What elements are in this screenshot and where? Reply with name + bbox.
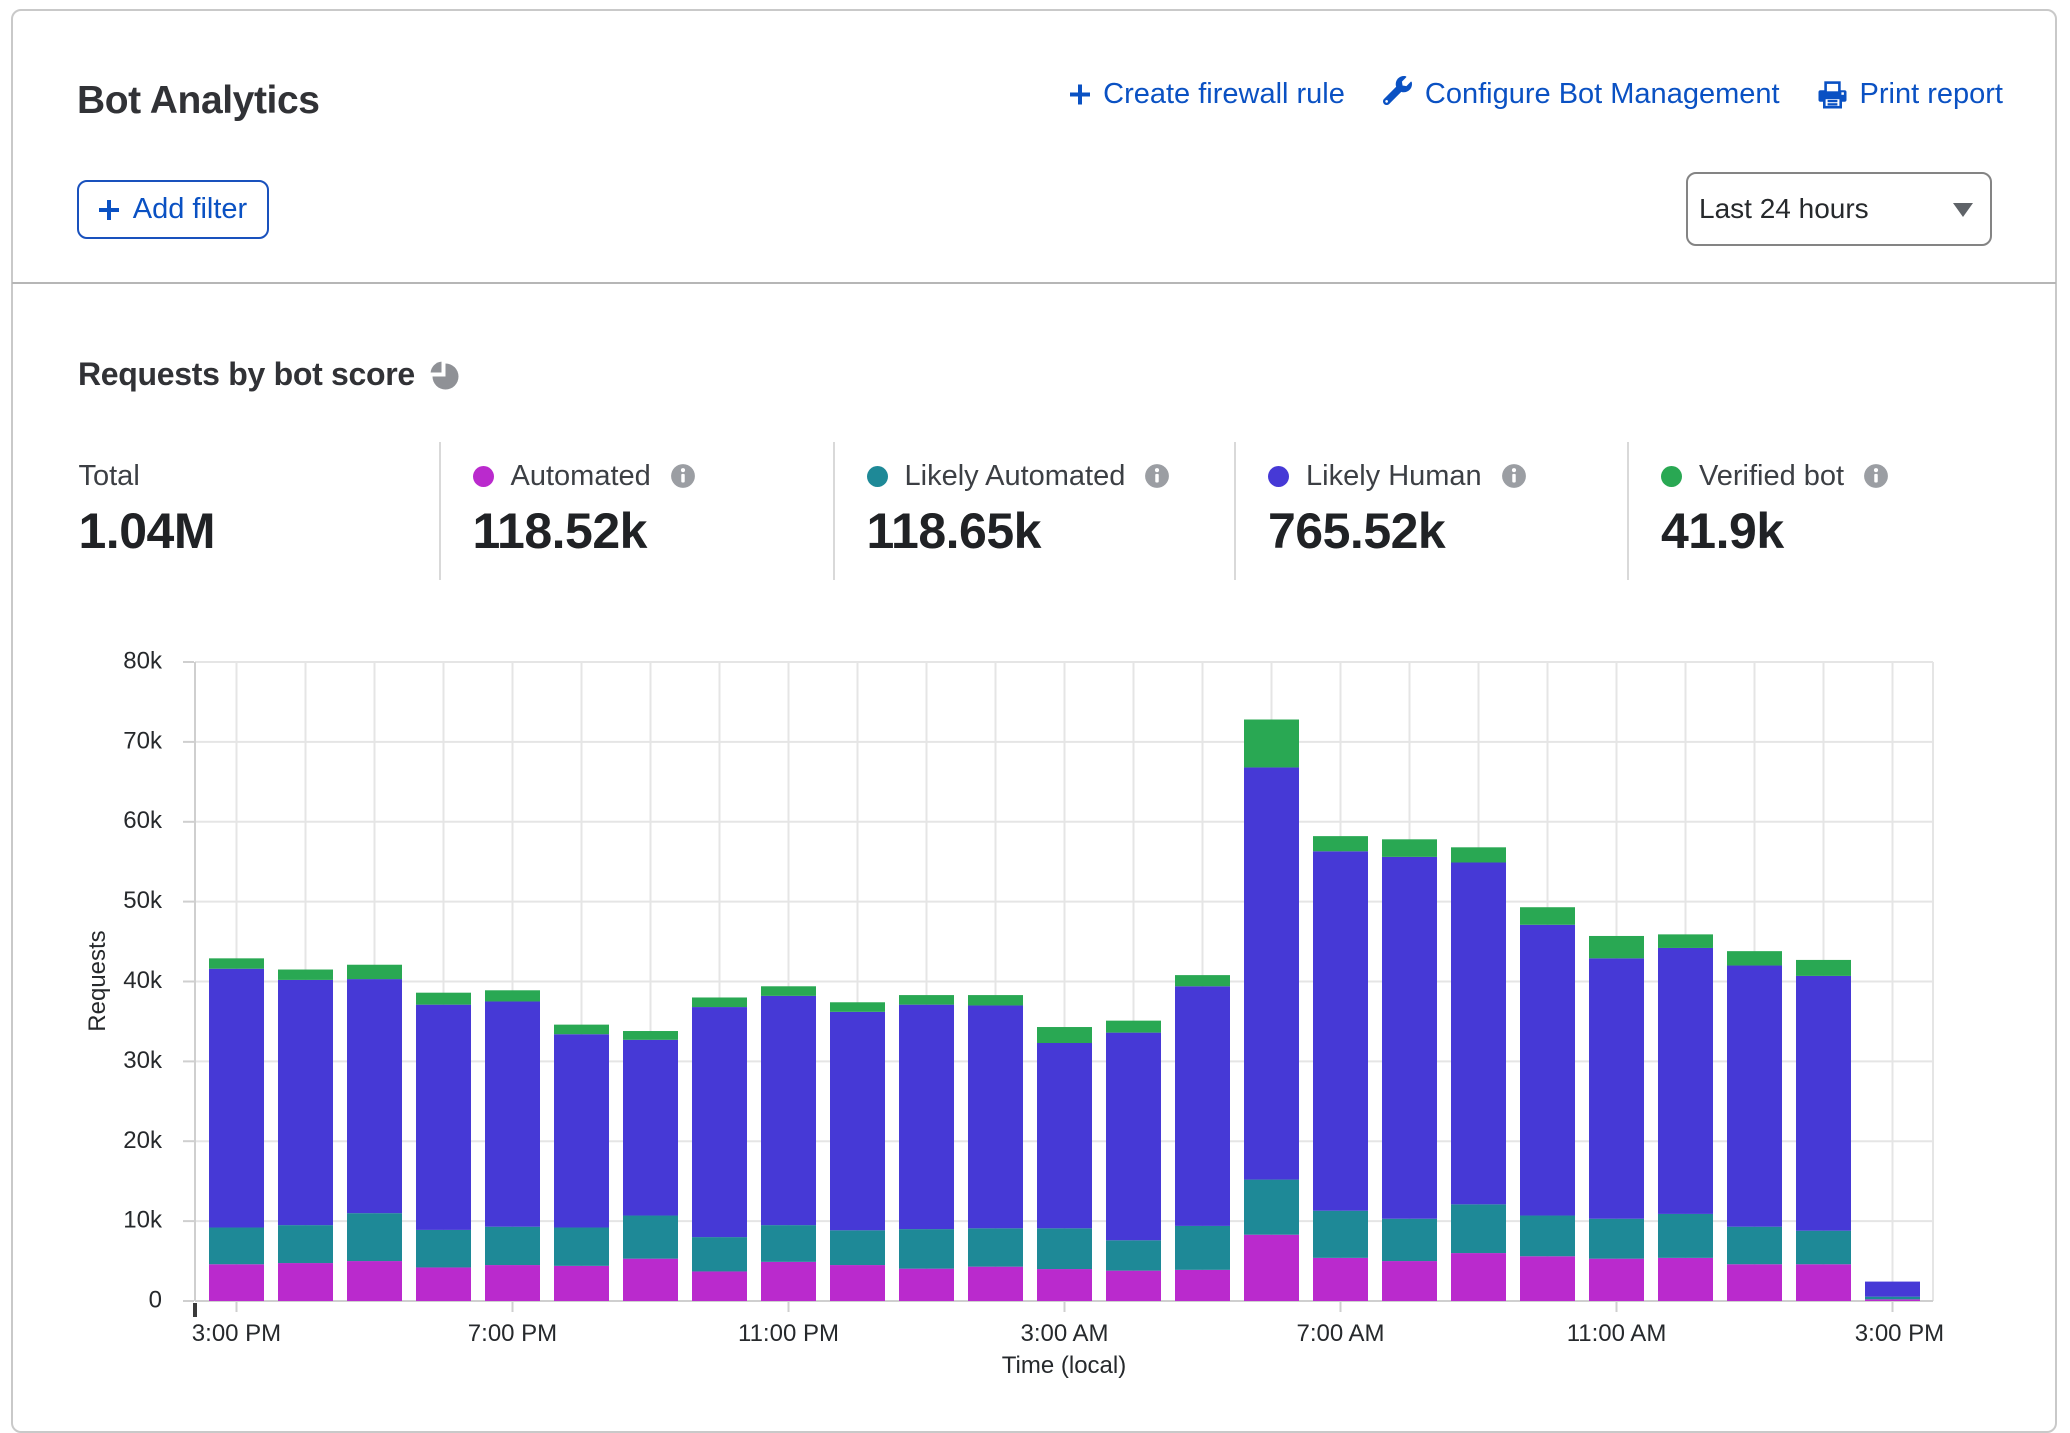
svg-text:3:00 PM: 3:00 PM (1855, 1320, 1944, 1347)
svg-text:Time (local): Time (local) (1002, 1352, 1126, 1379)
svg-text:70k: 70k (123, 727, 163, 754)
svg-text:50k: 50k (123, 887, 163, 914)
svg-text:7:00 AM: 7:00 AM (1296, 1320, 1384, 1347)
svg-text:11:00 PM: 11:00 PM (738, 1320, 839, 1347)
svg-text:3:00 AM: 3:00 AM (1020, 1320, 1108, 1347)
svg-text:20k: 20k (123, 1127, 163, 1154)
svg-text:10k: 10k (123, 1207, 163, 1234)
svg-text:30k: 30k (123, 1047, 163, 1074)
svg-text:7:00 PM: 7:00 PM (468, 1320, 557, 1347)
svg-text:0: 0 (149, 1287, 162, 1314)
svg-text:3:00 PM: 3:00 PM (192, 1320, 281, 1347)
svg-text:11:00 AM: 11:00 AM (1567, 1320, 1667, 1347)
svg-text:80k: 80k (123, 648, 163, 675)
svg-text:Requests: Requests (84, 930, 111, 1031)
svg-text:60k: 60k (123, 807, 163, 834)
svg-text:40k: 40k (123, 967, 163, 994)
